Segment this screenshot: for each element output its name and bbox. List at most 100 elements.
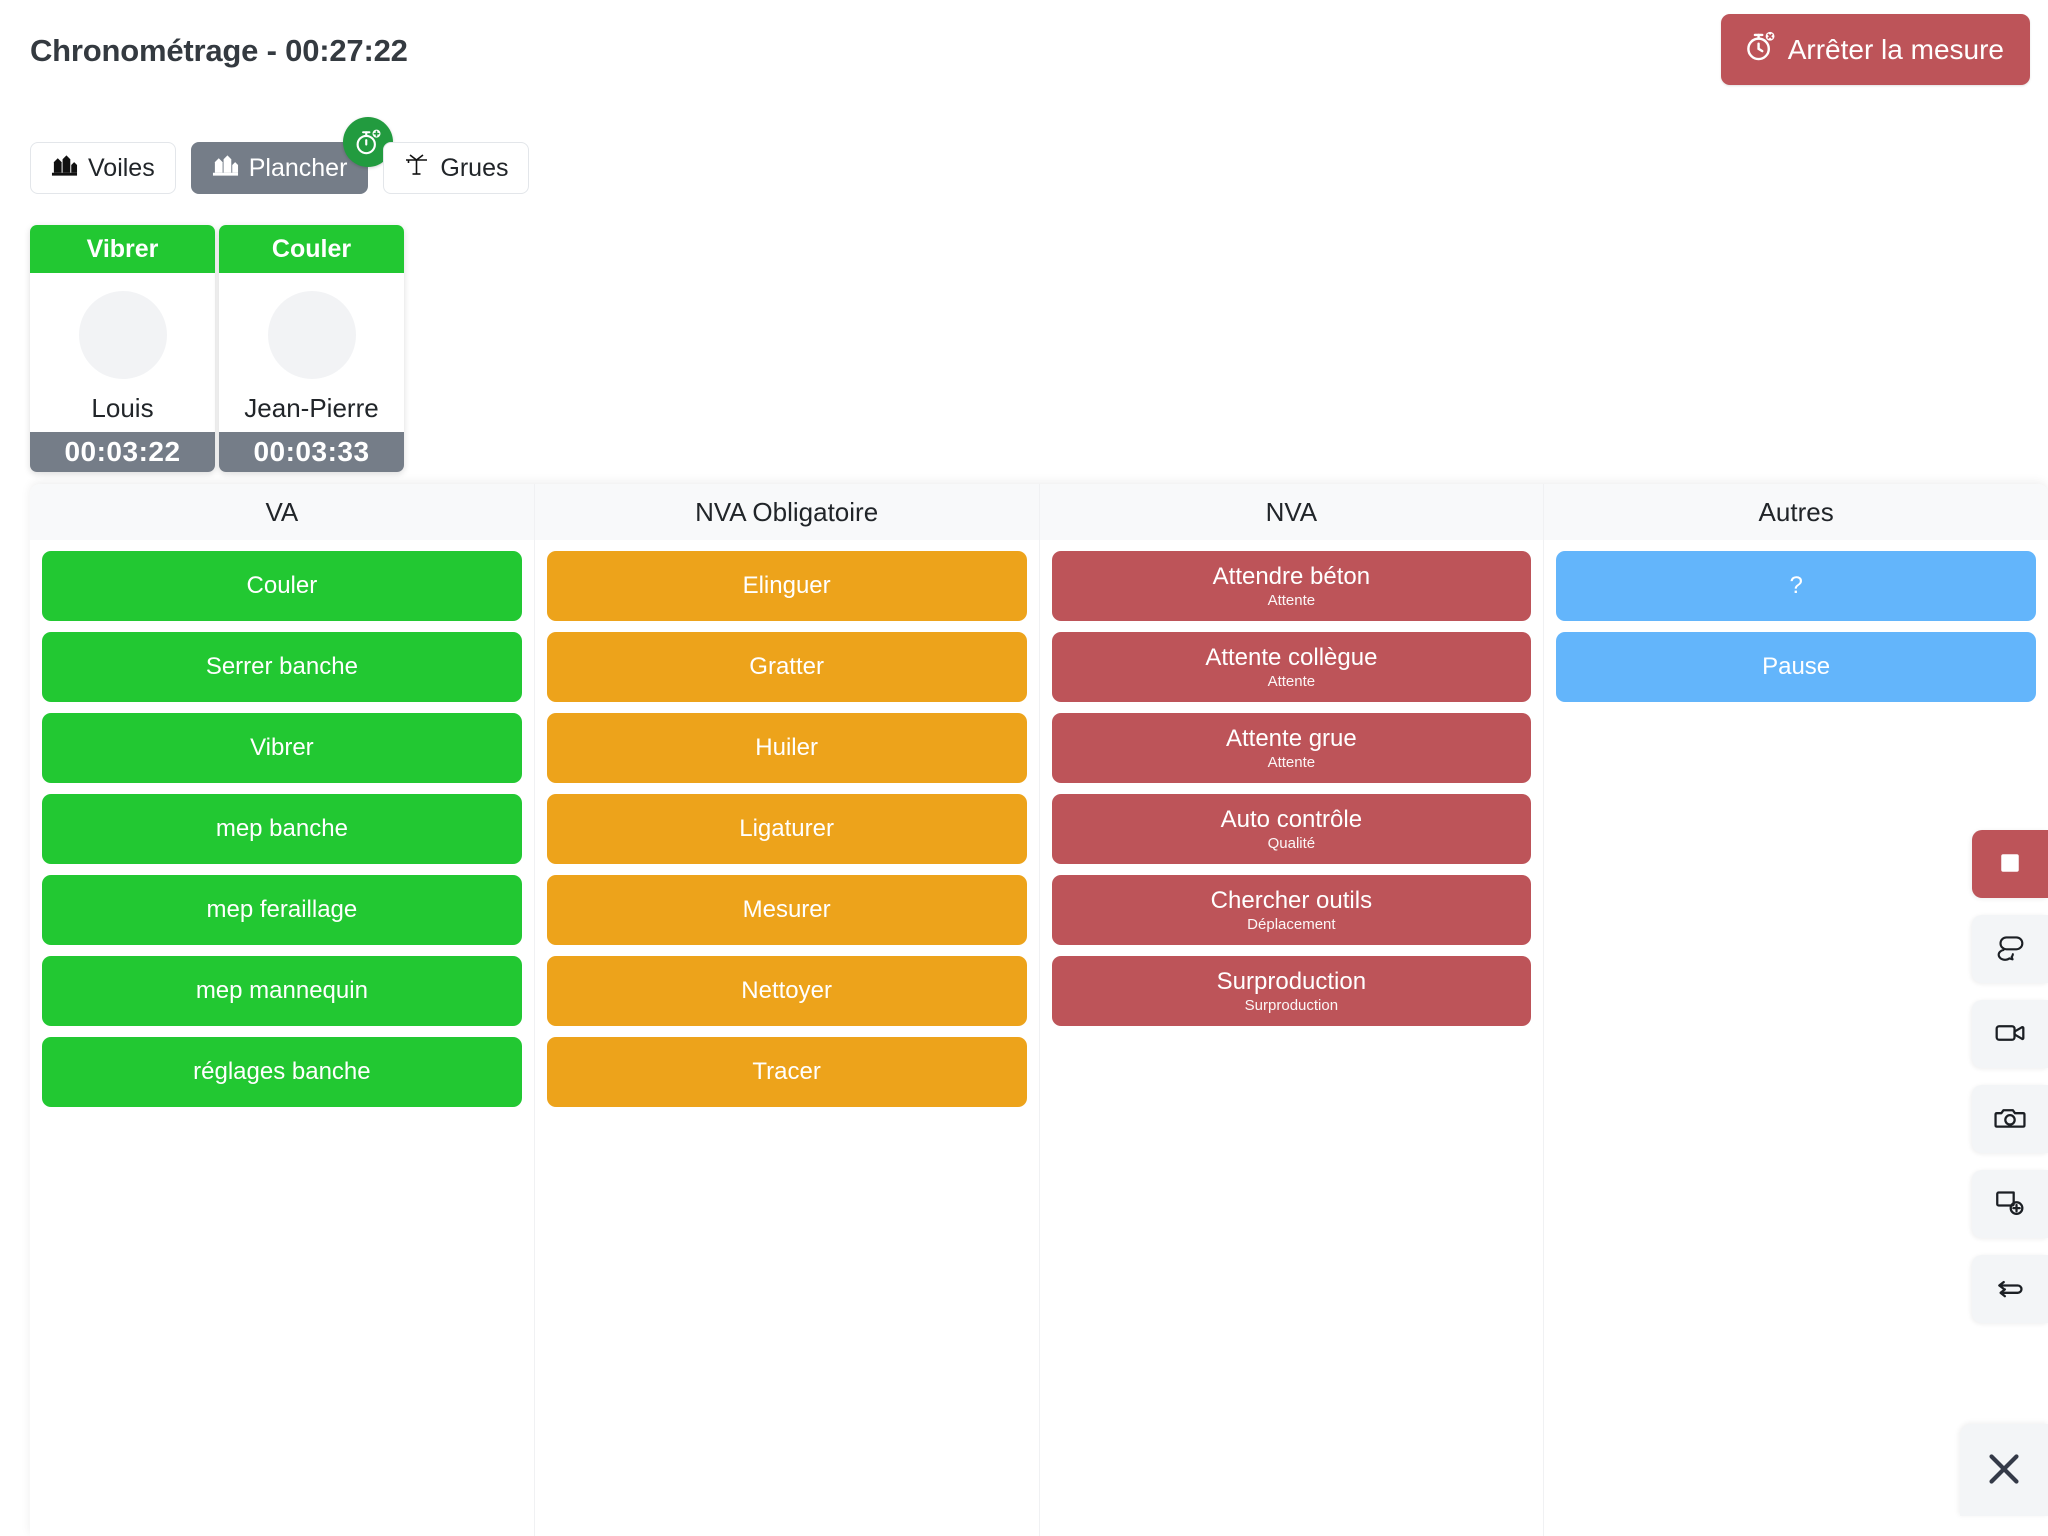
wall-panels-icon bbox=[51, 153, 78, 184]
column-nva: NVA Attendre béton Attente Attente collè… bbox=[1038, 484, 1544, 1536]
stop-measure-button[interactable]: Arrêter la mesure bbox=[1720, 14, 2030, 85]
tab-grues[interactable]: Grues bbox=[383, 142, 530, 194]
tab-plancher-label: Plancher bbox=[248, 153, 348, 182]
task-button[interactable]: Serrer banche bbox=[42, 632, 522, 702]
task-label: Serrer banche bbox=[205, 653, 358, 681]
column-tasks: Attendre béton Attente Attente collègue … bbox=[1040, 540, 1544, 1536]
swap-repeat-icon bbox=[1993, 1271, 2027, 1308]
stop-measure-label: Arrêter la mesure bbox=[1787, 33, 2004, 65]
task-button[interactable]: mep banche bbox=[42, 794, 522, 864]
column-va: VA Couler Serrer banche Vibrer mep banch… bbox=[30, 484, 534, 1536]
task-button[interactable]: Attendre béton Attente bbox=[1051, 551, 1532, 621]
app-header: Chronométrage - 00:27:22 Arrêter la mesu… bbox=[0, 0, 2048, 110]
close-icon bbox=[1981, 1446, 2027, 1495]
task-button[interactable]: Nettoyer bbox=[546, 956, 1027, 1026]
avatar bbox=[267, 291, 356, 379]
task-button-pause[interactable]: Pause bbox=[1556, 632, 2036, 702]
task-label: Couler bbox=[246, 572, 318, 600]
column-title: VA bbox=[30, 484, 534, 540]
column-title: Autres bbox=[1544, 484, 2048, 540]
tab-grues-label: Grues bbox=[440, 153, 509, 182]
worker-name: Louis bbox=[91, 393, 154, 423]
task-category: Déplacement bbox=[1247, 915, 1336, 933]
task-label: Ligaturer bbox=[739, 815, 834, 843]
timing-app: Chronométrage - 00:27:22 Arrêter la mesu… bbox=[0, 0, 2048, 1536]
task-button[interactable]: Elinguer bbox=[546, 551, 1027, 621]
task-label: Tracer bbox=[752, 1058, 821, 1086]
active-workers-list: Vibrer Louis 00:03:22 Couler Jean-Pierre… bbox=[30, 225, 404, 472]
stop-square-icon bbox=[1995, 848, 2025, 881]
photo-camera-icon bbox=[1993, 1101, 2027, 1138]
task-category: Attente bbox=[1267, 591, 1316, 609]
task-category: Attente bbox=[1267, 753, 1316, 771]
stop-recording-button[interactable] bbox=[1972, 830, 2048, 898]
worker-name: Jean-Pierre bbox=[244, 393, 379, 423]
task-button[interactable]: Attente grue Attente bbox=[1051, 713, 1532, 783]
task-button-unknown[interactable]: ? bbox=[1556, 551, 2036, 621]
task-button[interactable]: Mesurer bbox=[546, 875, 1027, 945]
avatar bbox=[78, 291, 167, 379]
video-camera-icon bbox=[1993, 1016, 2027, 1053]
task-label: Pause bbox=[1762, 653, 1831, 681]
task-button[interactable]: Auto contrôle Qualité bbox=[1051, 794, 1532, 864]
task-label: ? bbox=[1789, 572, 1803, 600]
side-toolbar bbox=[1968, 830, 2048, 1323]
comment-button[interactable] bbox=[1972, 915, 2048, 983]
task-label: mep feraillage bbox=[206, 896, 358, 924]
worker-body: Louis bbox=[30, 273, 215, 432]
tab-voiles[interactable]: Voiles bbox=[30, 142, 176, 194]
task-label: Attente collègue bbox=[1205, 644, 1378, 672]
worker-body: Jean-Pierre bbox=[219, 273, 404, 432]
worker-card[interactable]: Couler Jean-Pierre 00:03:33 bbox=[219, 225, 404, 472]
task-button[interactable]: Huiler bbox=[546, 713, 1027, 783]
workzone-tabs: Voiles Plancher Grues bbox=[30, 117, 530, 194]
task-label: Mesurer bbox=[742, 896, 831, 924]
worker-elapsed-time: 00:03:22 bbox=[30, 432, 215, 472]
stopwatch-stop-icon bbox=[1743, 29, 1777, 70]
worker-elapsed-time: 00:03:33 bbox=[219, 432, 404, 472]
task-label: mep mannequin bbox=[195, 977, 368, 1005]
column-tasks: Elinguer Gratter Huiler Ligaturer Mesure… bbox=[535, 540, 1039, 1536]
task-button[interactable]: Couler bbox=[42, 551, 522, 621]
task-button[interactable]: mep mannequin bbox=[42, 956, 522, 1026]
task-label: Gratter bbox=[749, 653, 824, 681]
crane-icon bbox=[404, 153, 430, 184]
wall-panels-icon bbox=[212, 153, 239, 184]
worker-current-task: Couler bbox=[219, 225, 404, 273]
task-button[interactable]: Vibrer bbox=[42, 713, 522, 783]
add-note-button[interactable] bbox=[1972, 1170, 2048, 1238]
task-label: Auto contrôle bbox=[1220, 806, 1363, 834]
task-label: Nettoyer bbox=[741, 977, 832, 1005]
page-title: Chronométrage - 00:27:22 bbox=[30, 33, 408, 68]
worker-card[interactable]: Vibrer Louis 00:03:22 bbox=[30, 225, 215, 472]
task-label: Elinguer bbox=[742, 572, 831, 600]
task-category: Attente bbox=[1267, 672, 1316, 690]
task-label: Attente grue bbox=[1225, 725, 1357, 753]
task-button[interactable]: Attente collègue Attente bbox=[1051, 632, 1532, 702]
task-button[interactable]: réglages banche bbox=[42, 1037, 522, 1107]
task-button[interactable]: mep feraillage bbox=[42, 875, 522, 945]
task-category: Qualité bbox=[1267, 834, 1316, 852]
column-tasks: Couler Serrer banche Vibrer mep banche m… bbox=[30, 540, 534, 1536]
task-category: Surproduction bbox=[1244, 996, 1339, 1014]
task-label: Surproduction bbox=[1216, 968, 1367, 996]
task-label: Chercher outils bbox=[1210, 887, 1373, 915]
task-button[interactable]: Gratter bbox=[546, 632, 1027, 702]
close-panel-button[interactable] bbox=[1960, 1424, 2048, 1516]
task-button[interactable]: Chercher outils Déplacement bbox=[1051, 875, 1532, 945]
task-button[interactable]: Tracer bbox=[546, 1037, 1027, 1107]
task-label: Huiler bbox=[755, 734, 818, 762]
worker-current-task: Vibrer bbox=[30, 225, 215, 273]
task-button[interactable]: Surproduction Surproduction bbox=[1051, 956, 1532, 1026]
task-button[interactable]: Ligaturer bbox=[546, 794, 1027, 864]
photo-capture-button[interactable] bbox=[1972, 1085, 2048, 1153]
tab-voiles-label: Voiles bbox=[88, 153, 155, 182]
switch-task-button[interactable] bbox=[1972, 1255, 2048, 1323]
column-title: NVA bbox=[1039, 484, 1544, 540]
task-board: VA Couler Serrer banche Vibrer mep banch… bbox=[30, 484, 2048, 1536]
tab-plancher[interactable]: Plancher bbox=[190, 117, 394, 194]
video-record-button[interactable] bbox=[1972, 1000, 2048, 1068]
chat-bubbles-icon bbox=[1993, 931, 2027, 968]
column-nva-obligatoire: NVA Obligatoire Elinguer Gratter Huiler … bbox=[533, 484, 1039, 1536]
task-label: réglages banche bbox=[193, 1058, 371, 1086]
